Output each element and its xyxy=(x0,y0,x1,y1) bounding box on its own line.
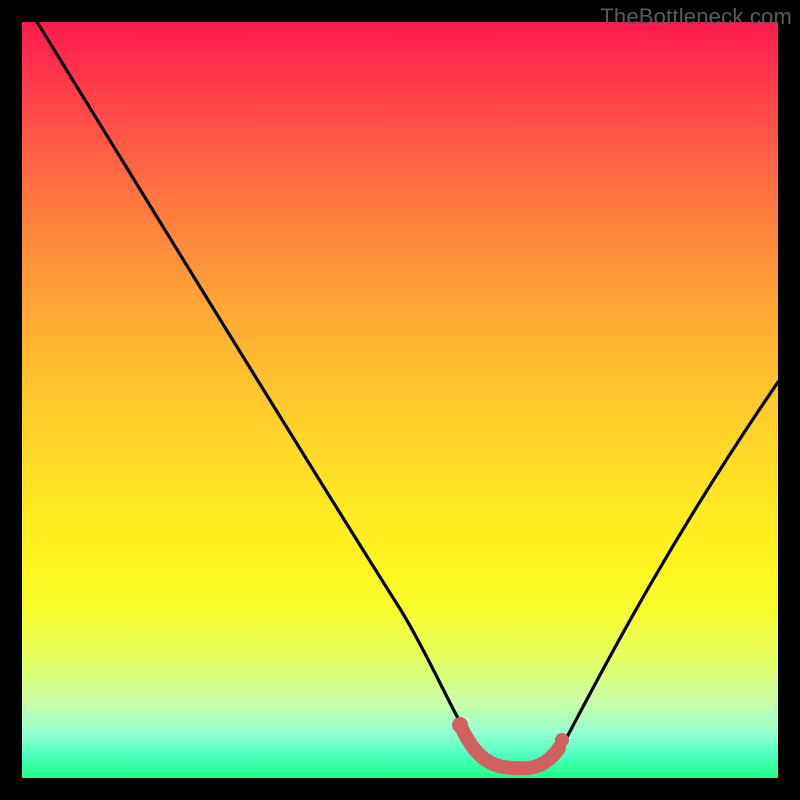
watermark: TheBottleneck.com xyxy=(600,4,792,30)
plot-area xyxy=(22,22,778,778)
heat-gradient xyxy=(22,22,778,778)
chart-frame: TheBottleneck.com xyxy=(0,0,800,800)
